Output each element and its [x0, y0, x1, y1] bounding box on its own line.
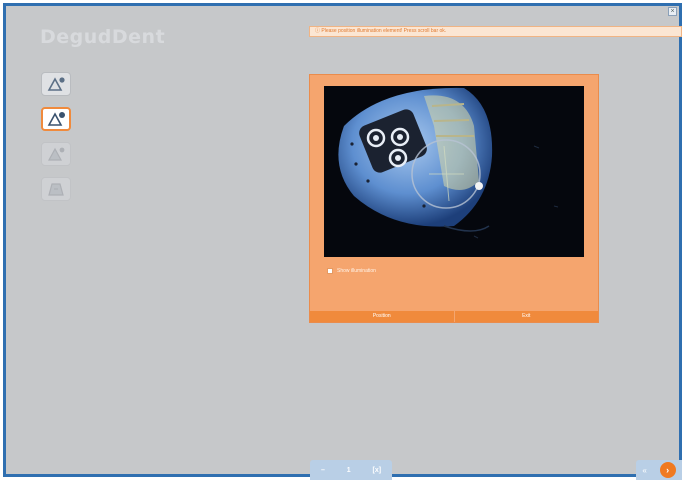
instruction-text: Please position illumination element! Pr…	[321, 28, 447, 34]
next-arrow-icon: ›	[666, 465, 670, 475]
close-window-button[interactable]: ×	[668, 7, 677, 16]
camera-view[interactable]	[324, 86, 584, 257]
tool-button-disabled-2[interactable]	[41, 177, 71, 201]
illumination-checkbox[interactable]	[327, 268, 333, 274]
illumination-option[interactable]: Show illumination	[327, 268, 376, 274]
triangle-add-icon	[47, 77, 65, 91]
exit-button[interactable]: Exit	[455, 311, 599, 322]
triangle-disabled-icon	[47, 147, 65, 161]
trapezoid-disabled-icon	[48, 183, 64, 196]
panel-button-bar: Position Exit	[310, 311, 598, 322]
tool-button-active[interactable]	[41, 107, 71, 131]
next-button[interactable]: ›	[659, 462, 676, 478]
instruction-banner: ⓘ Please position illumination element! …	[309, 26, 682, 37]
previous-button[interactable]: «	[642, 466, 646, 475]
pager-expand-button[interactable]: [x]	[373, 467, 382, 474]
camera-image	[324, 86, 584, 257]
camera-panel: Show illumination Position Exit	[309, 74, 599, 323]
navigation-buttons: « ›	[636, 460, 682, 480]
tool-button-disabled-1[interactable]	[41, 142, 71, 166]
position-button[interactable]: Position	[310, 311, 455, 322]
illumination-checkbox-label: Show illumination	[337, 268, 376, 274]
pager: – 1 [x]	[310, 460, 392, 480]
tool-button-add[interactable]	[41, 72, 71, 96]
triangle-active-icon	[47, 112, 65, 126]
pager-number: 1	[346, 466, 351, 474]
app-window: × DegudDent ⓘ Please position illuminati…	[3, 3, 682, 480]
tool-palette	[41, 72, 71, 212]
app-logo: DegudDent	[40, 26, 166, 48]
pager-minus-button[interactable]: –	[321, 467, 325, 474]
